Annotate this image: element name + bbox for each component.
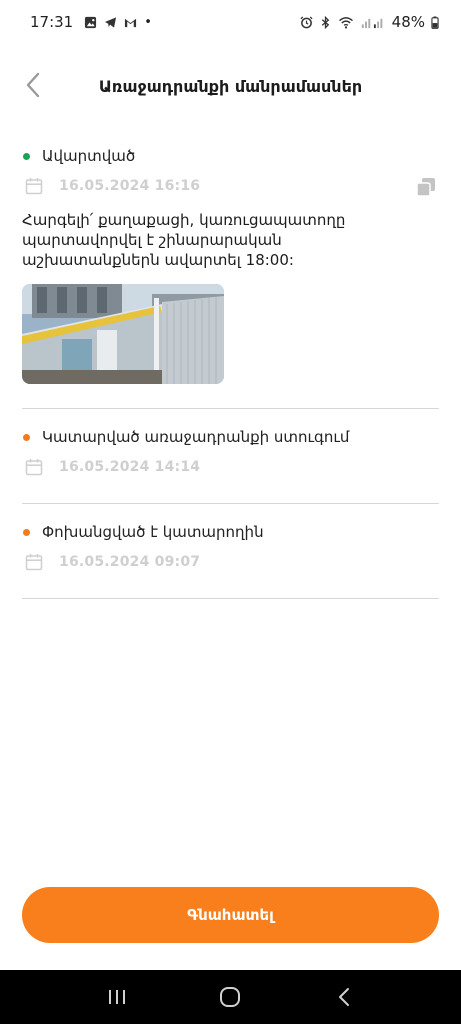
calendar-icon — [25, 459, 43, 476]
status-left: 17:31 • — [30, 13, 152, 31]
status-row: Կատարված առաջադրանքի ստուգում — [22, 421, 439, 453]
back-button[interactable] — [18, 70, 48, 100]
task-history-timeline: Ավարտված 16.05.2024 16:16 Հարգելի՛ քաղաք… — [22, 140, 439, 599]
status-dot-green — [23, 152, 30, 160]
gmail-icon — [125, 18, 137, 27]
recent-apps-icon — [108, 990, 125, 1004]
telegram-icon — [105, 16, 117, 28]
rate-button[interactable]: Գնահատել — [22, 887, 439, 943]
date-text: 16.05.2024 16:16 — [59, 178, 201, 194]
date-row: 16.05.2024 09:07 — [22, 548, 439, 576]
signal-icon — [361, 18, 382, 28]
status-dot-orange — [23, 528, 30, 536]
timeline-entry-verification: Կատարված առաջադրանքի ստուգում 16.05.2024… — [22, 421, 439, 481]
calendar-icon — [25, 554, 43, 571]
status-bar: 17:31 • 48% — [0, 0, 461, 44]
date-text: 16.05.2024 09:07 — [59, 554, 201, 570]
status-label: Փոխանցված է կատարողին — [42, 523, 264, 541]
timeline-entry-assigned: Փոխանցված է կատարողին 16.05.2024 09:07 — [22, 516, 439, 576]
system-nav-bar — [0, 970, 461, 1024]
divider — [22, 503, 439, 504]
alarm-icon — [300, 15, 313, 28]
construction-fence-image — [22, 284, 224, 384]
divider — [22, 598, 439, 599]
status-right: 48% — [300, 13, 439, 31]
date-row: 16.05.2024 14:14 — [22, 453, 439, 481]
notification-dot: • — [144, 14, 152, 30]
status-row: Փոխանցված է կատարողին — [22, 516, 439, 548]
header: Առաջադրանքի մանրամասներ — [0, 58, 461, 114]
page-title: Առաջադրանքի մանրամասներ — [98, 76, 363, 96]
date-text: 16.05.2024 14:14 — [59, 459, 201, 475]
response-message: Հարգելի՛ քաղաքացի, կառուցապատողը պարտավո… — [22, 211, 346, 269]
battery-percent: 48% — [391, 13, 425, 31]
attached-photo[interactable] — [22, 284, 224, 384]
date-row: 16.05.2024 16:16 — [22, 172, 439, 200]
chevron-left-icon — [26, 72, 40, 98]
calendar-icon — [25, 178, 43, 195]
status-label: Կատարված առաջադրանքի ստուգում — [42, 428, 350, 446]
wifi-icon — [338, 16, 353, 28]
divider — [22, 408, 439, 409]
home-icon — [220, 987, 241, 1007]
back-icon — [339, 988, 350, 1006]
recent-apps-button[interactable] — [97, 977, 137, 1017]
status-time: 17:31 — [30, 13, 74, 31]
system-back-button[interactable] — [324, 977, 364, 1017]
battery-icon — [431, 15, 439, 29]
timeline-entry-completed: Ավարտված 16.05.2024 16:16 Հարգելի՛ քաղաք… — [22, 140, 439, 384]
home-button[interactable] — [210, 977, 250, 1017]
status-row: Ավարտված — [22, 140, 439, 172]
status-dot-orange — [23, 433, 30, 441]
copy-icon[interactable] — [415, 176, 437, 198]
status-label: Ավարտված — [42, 147, 136, 165]
bluetooth-icon — [321, 15, 329, 29]
gallery-icon — [85, 16, 97, 28]
